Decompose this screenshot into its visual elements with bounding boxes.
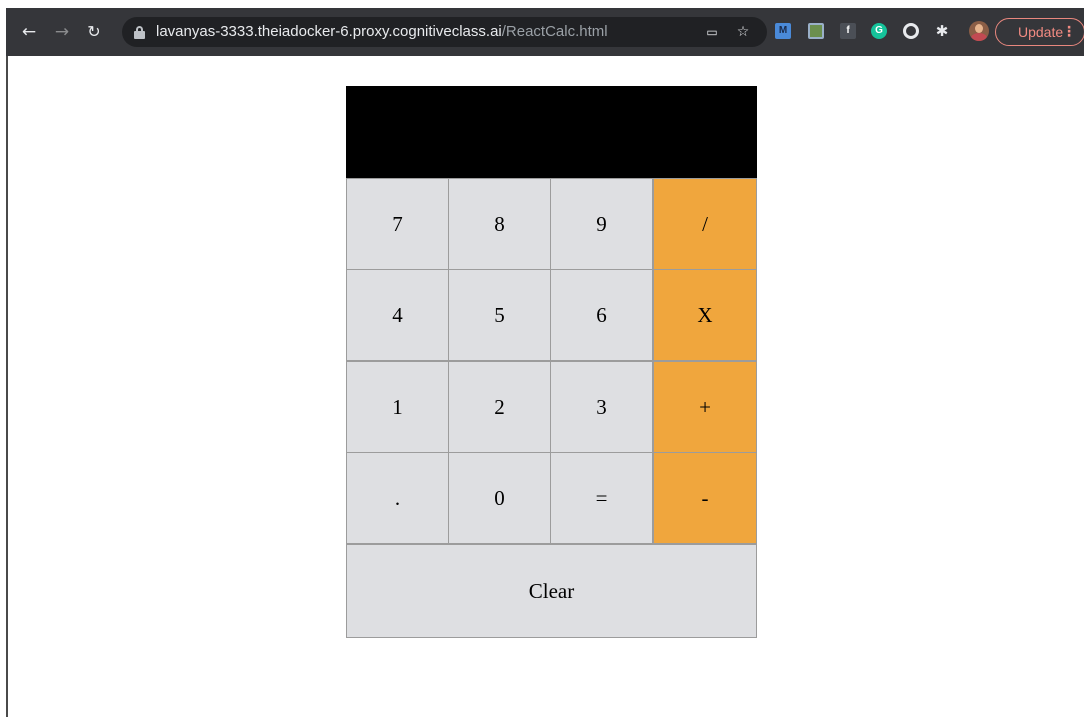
url-text[interactable]: lavanyas-3333.theiadocker-6.proxy.cognit… [156, 24, 608, 40]
clear-button[interactable]: Clear [346, 544, 757, 638]
key-6[interactable]: 6 [550, 269, 653, 361]
m-extension-icon[interactable]: M [775, 23, 791, 39]
key-4[interactable]: 4 [346, 269, 449, 361]
key-0[interactable]: 0 [448, 452, 551, 544]
address-bar[interactable]: lavanyas-3333.theiadocker-6.proxy.cognit… [122, 17, 767, 47]
image-extension-icon[interactable] [808, 23, 824, 39]
key-plus[interactable]: + [653, 361, 757, 453]
key-3[interactable]: 3 [550, 361, 653, 453]
url-path: /ReactCalc.html [501, 23, 608, 40]
lock-icon[interactable] [134, 26, 145, 39]
profile-avatar[interactable] [969, 21, 989, 41]
update-label: Update [1018, 24, 1064, 40]
key-7[interactable]: 7 [346, 178, 449, 270]
back-icon[interactable]: ← [20, 23, 38, 41]
key-9[interactable]: 9 [550, 178, 653, 270]
cast-icon[interactable]: ▭ [704, 24, 720, 40]
reload-icon[interactable]: ↻ [85, 23, 103, 41]
key-divide[interactable]: / [653, 178, 757, 270]
facebook-extension-icon[interactable]: f [840, 23, 856, 39]
key-equals[interactable]: = [550, 452, 653, 544]
url-host: lavanyas-3333.theiadocker-6.proxy.cognit… [156, 23, 502, 40]
key-1[interactable]: 1 [346, 361, 449, 453]
browser-toolbar: ← → ↻ lavanyas-3333.theiadocker-6.proxy.… [6, 8, 1084, 56]
key-8[interactable]: 8 [448, 178, 551, 270]
key-multiply[interactable]: X [653, 269, 757, 361]
bookmark-star-icon[interactable]: ☆ [735, 24, 751, 40]
extensions-puzzle-icon[interactable]: ✱ [934, 23, 950, 39]
key-minus[interactable]: - [653, 452, 757, 544]
more-menu-icon[interactable]: ⋮ [1062, 19, 1076, 45]
window-left-border [6, 56, 8, 717]
key-decimal[interactable]: . [346, 452, 449, 544]
browser-chrome: ← → ↻ lavanyas-3333.theiadocker-6.proxy.… [0, 0, 1084, 56]
grammarly-extension-icon[interactable]: G [871, 23, 887, 39]
key-2[interactable]: 2 [448, 361, 551, 453]
update-button[interactable]: Update ⋮ [995, 18, 1084, 46]
key-5[interactable]: 5 [448, 269, 551, 361]
circle-extension-icon[interactable] [903, 23, 919, 39]
calculator: 7 8 9 / 4 5 6 X 1 2 3 + . 0 = - Clear [346, 86, 757, 638]
calculator-display [346, 86, 757, 178]
forward-icon[interactable]: → [53, 23, 71, 41]
